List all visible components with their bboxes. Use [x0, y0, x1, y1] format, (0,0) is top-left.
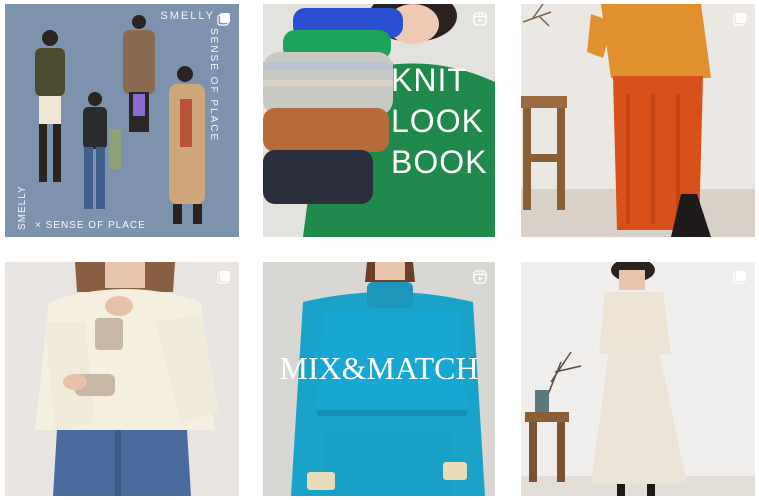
post-tile-4[interactable]	[5, 262, 239, 496]
reel-icon	[473, 270, 487, 284]
post-tile-6[interactable]	[521, 262, 755, 496]
title-line-1: KNIT	[391, 62, 468, 98]
collage-illustration	[5, 4, 239, 237]
post-tile-2[interactable]: KNIT LOOK BOOK	[263, 4, 495, 237]
brand-text-top: SMELLY	[160, 10, 215, 22]
carousel-icon	[733, 271, 746, 284]
knit-dress-photo	[521, 262, 755, 496]
mix-match-title: MIX&MATCH	[279, 350, 479, 386]
reel-icon	[473, 12, 487, 26]
post-tile-5[interactable]: MIX&MATCH	[263, 262, 495, 496]
vertical-text-left: SMELLY	[17, 185, 28, 230]
orange-skirt-photo	[521, 4, 755, 237]
title-line-2: LOOK	[391, 103, 484, 139]
post-tile-3[interactable]	[521, 4, 755, 237]
knit-lookbook-title: KNIT LOOK BOOK	[391, 60, 487, 183]
title-line-3: BOOK	[391, 144, 488, 180]
post-tile-1[interactable]: SMELLY SENSE OF PLACE SMELLY × SENSE OF …	[5, 4, 239, 237]
carousel-icon	[217, 271, 230, 284]
bottom-caption: × SENSE OF PLACE	[35, 220, 146, 231]
vertical-text-right: SENSE OF PLACE	[208, 28, 219, 143]
cream-knit-photo	[5, 262, 239, 496]
carousel-icon	[217, 13, 230, 26]
carousel-icon	[733, 13, 746, 26]
